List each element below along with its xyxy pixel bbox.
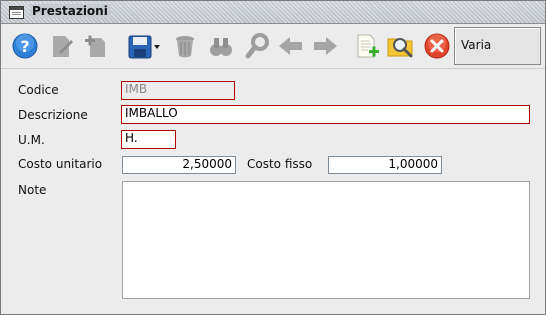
new-icon <box>85 35 105 57</box>
help-button[interactable]: ? <box>9 30 41 62</box>
new-document-button[interactable] <box>351 30 383 62</box>
costo-fisso-field[interactable]: 1,00000 <box>328 156 442 174</box>
search-folder-button[interactable] <box>385 30 417 62</box>
svg-text:?: ? <box>20 37 29 56</box>
um-field[interactable]: H. <box>121 130 176 149</box>
window-title: Prestazioni <box>30 4 111 18</box>
close-button[interactable] <box>421 30 453 62</box>
codice-field[interactable]: IMB <box>121 81 235 100</box>
codice-label: Codice <box>18 83 59 97</box>
save-icon <box>128 35 160 59</box>
note-textarea[interactable] <box>122 181 530 299</box>
toolbar: ? Varia <box>1 24 545 69</box>
delete-button[interactable] <box>169 30 201 62</box>
title-bar[interactable]: Prestazioni <box>1 1 545 24</box>
costo-fisso-label: Costo fisso <box>247 157 313 171</box>
search-button[interactable] <box>241 30 273 62</box>
edit-button[interactable] <box>45 30 77 62</box>
new-document-icon <box>357 34 379 58</box>
close-icon <box>424 33 450 59</box>
save-button[interactable] <box>125 30 165 62</box>
costo-unitario-field[interactable]: 2,50000 <box>122 156 236 174</box>
edit-icon <box>53 36 73 57</box>
descrizione-label: Descrizione <box>18 108 88 122</box>
find-icon <box>210 38 232 56</box>
arrow-left-icon <box>279 37 302 55</box>
window-icon <box>9 6 24 19</box>
mode-indicator: Varia <box>454 27 541 65</box>
costo-unitario-label: Costo unitario <box>18 157 103 171</box>
arrow-right-icon <box>314 37 337 55</box>
new-button[interactable] <box>81 30 113 62</box>
previous-button[interactable] <box>275 30 307 62</box>
window: Prestazioni ? Varia Codice IMB Descrizio… <box>0 0 546 315</box>
find-button[interactable] <box>205 30 237 62</box>
search-icon <box>245 33 269 59</box>
note-label: Note <box>18 183 47 197</box>
delete-icon <box>176 36 194 58</box>
um-label: U.M. <box>18 133 45 147</box>
help-icon: ? <box>12 33 38 59</box>
search-folder-icon <box>387 38 413 58</box>
descrizione-field[interactable]: IMBALLO <box>121 105 530 124</box>
mode-label: Varia <box>461 38 492 52</box>
next-button[interactable] <box>309 30 341 62</box>
